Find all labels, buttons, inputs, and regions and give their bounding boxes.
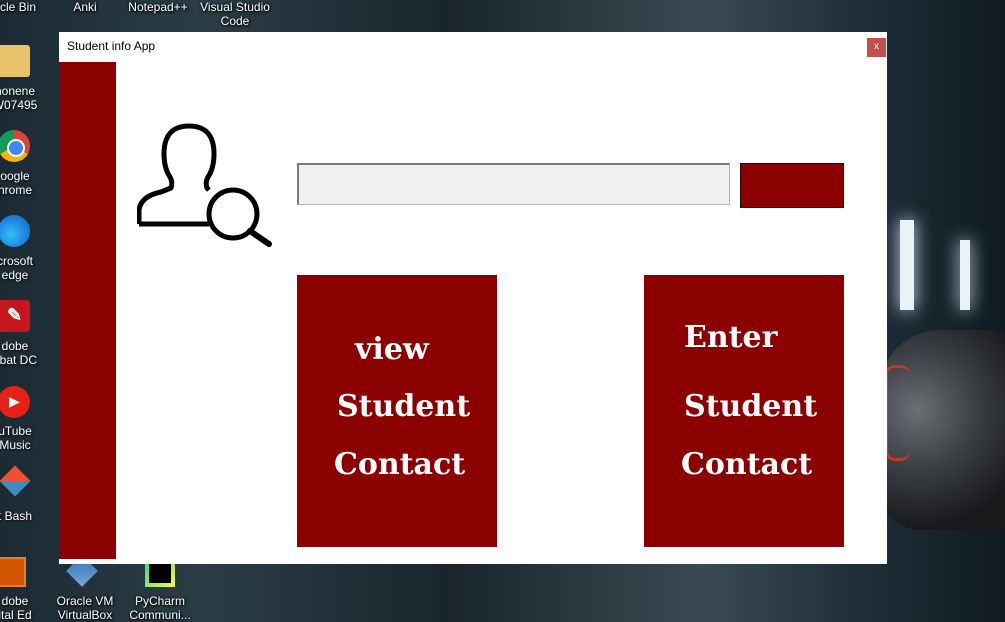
chrome-icon [0, 130, 30, 162]
notepad-label: Notepad++ [128, 0, 188, 14]
recycle-bin-label: ycle Bin [0, 0, 37, 14]
acrobat-label: dobe obat DC [0, 339, 38, 367]
edge-icon [0, 215, 30, 247]
app-window: Student info App x view Student Contact … [59, 32, 887, 564]
close-button[interactable]: x [867, 38, 886, 57]
git-bash-label: t Bash [0, 509, 33, 523]
anki-label: Anki [73, 0, 97, 14]
view-button-line3: Contact [334, 447, 466, 482]
sidebar [59, 62, 116, 559]
enter-button-line1: Enter [684, 320, 778, 355]
desktop-icon-notepad[interactable]: Notepad++ [118, 0, 198, 14]
window-title: Student info App [67, 39, 156, 53]
acrobat-icon: ✎ [0, 300, 30, 332]
vscode-label: Visual Studio Code [200, 0, 270, 28]
desktop-icon-vscode[interactable]: Visual Studio Code [195, 0, 275, 28]
view-button-line2: Student [337, 389, 471, 424]
edge-label: crosoft edge [0, 254, 33, 282]
youtube-music-icon: ▶ [0, 386, 30, 418]
pycharm-label: PyCharm Communi... [129, 594, 191, 622]
enter-student-contact-button[interactable]: Enter Student Contact [644, 275, 844, 547]
adobe-digital-label: dobe ital Ed [0, 594, 32, 622]
phonene-label: honene W07495 [0, 84, 38, 112]
book-icon [0, 557, 26, 587]
view-button-line1: view [355, 332, 429, 367]
git-bash-icon [0, 465, 31, 497]
background-light [900, 220, 914, 310]
background-car-light [885, 365, 910, 461]
view-student-contact-button[interactable]: view Student Contact [297, 275, 497, 547]
virtualbox-label: Oracle VM VirtualBox [56, 594, 114, 622]
title-bar[interactable]: Student info App x [59, 32, 887, 62]
enter-button-line3: Contact [681, 447, 813, 482]
chrome-label: oogle hrome [0, 169, 32, 197]
folder-icon [0, 45, 30, 77]
search-button[interactable] [740, 163, 844, 208]
desktop-icon-anki[interactable]: Anki [45, 0, 125, 14]
youtube-music-label: uTube Music [0, 424, 32, 452]
background-light [960, 240, 970, 310]
search-input[interactable] [297, 163, 730, 205]
user-search-icon [137, 123, 272, 247]
enter-button-line2: Student [684, 389, 818, 424]
